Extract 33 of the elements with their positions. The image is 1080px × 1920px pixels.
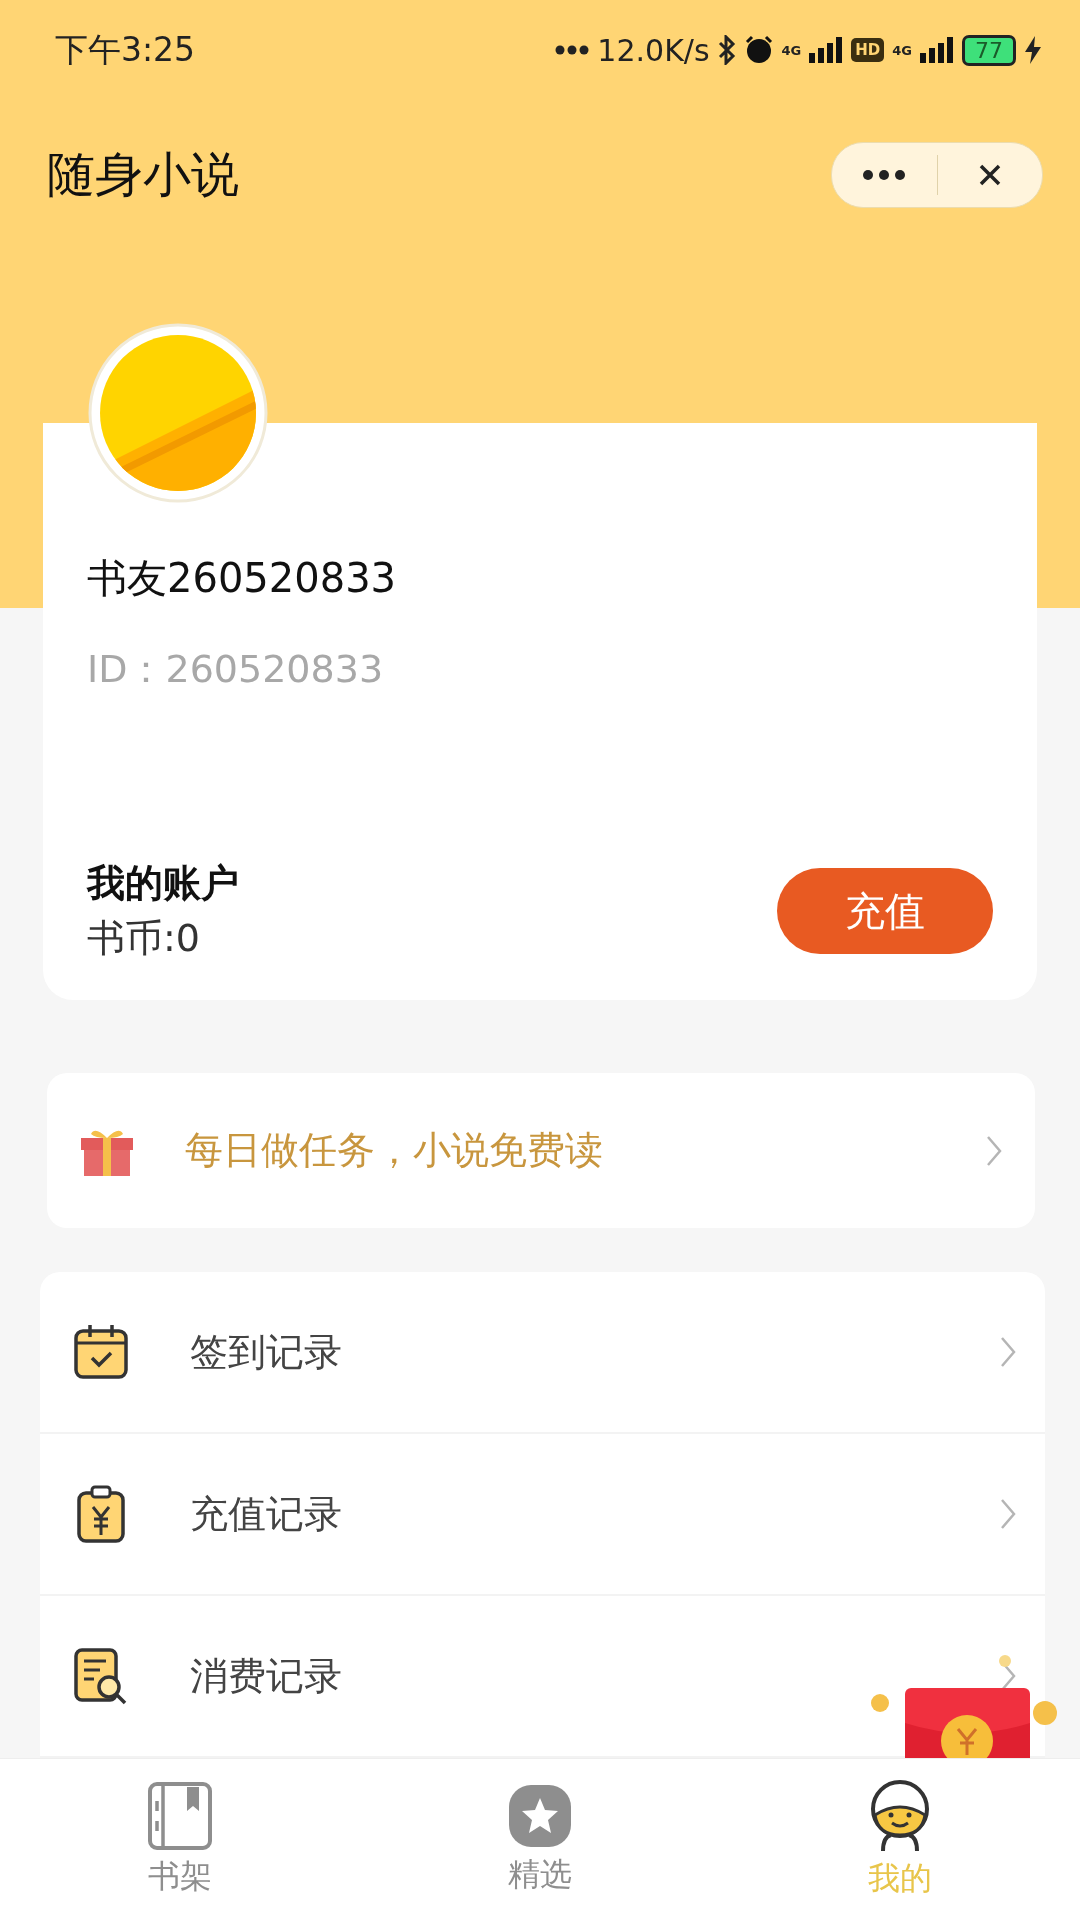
task-banner-text: 每日做任务，小说免费读 xyxy=(185,1127,604,1174)
calendar-icon xyxy=(72,1323,130,1381)
account-label: 我的账户 xyxy=(87,860,239,907)
status-time: 下午3:25 xyxy=(55,28,196,71)
nav-tab[interactable]: 精选 xyxy=(360,1759,720,1920)
menu-item-label: 充值记录 xyxy=(190,1490,343,1538)
network-type: 4G xyxy=(781,42,802,58)
more-icon[interactable] xyxy=(862,169,907,181)
network-type: 4G xyxy=(892,42,912,58)
hd-badge: HD xyxy=(851,38,885,62)
battery-level: 77 xyxy=(962,34,1016,66)
menu-item[interactable]: 签到记录 xyxy=(40,1272,1045,1434)
user-name: 书友260520833 xyxy=(87,554,398,603)
nav-tab[interactable]: 书架 xyxy=(0,1759,360,1920)
network-speed: 12.0K/s xyxy=(597,32,710,68)
user-id: ID：260520833 xyxy=(87,646,385,693)
alarm-icon xyxy=(743,35,774,65)
app-title: 随身小说 xyxy=(47,145,239,204)
signal-icon xyxy=(809,37,844,63)
dots-icon xyxy=(555,45,590,55)
chevron-icon xyxy=(999,1335,1017,1369)
chevron-icon xyxy=(999,1497,1017,1531)
menu-item-label: 消费记录 xyxy=(190,1652,343,1700)
charging-icon xyxy=(1024,36,1042,64)
coin-balance: 书币:0 xyxy=(87,915,201,962)
menu-item-label: 签到记录 xyxy=(190,1328,343,1376)
bluetooth-icon xyxy=(717,35,736,65)
signal-icon xyxy=(920,37,954,63)
menu-item[interactable]: 充值记录 xyxy=(40,1434,1045,1596)
book-icon xyxy=(147,1780,213,1851)
close-icon[interactable] xyxy=(977,163,1002,187)
recharge-button[interactable]: 充值 xyxy=(777,868,993,954)
task-banner[interactable]: 每日做任务，小说免费读 xyxy=(47,1073,1035,1228)
